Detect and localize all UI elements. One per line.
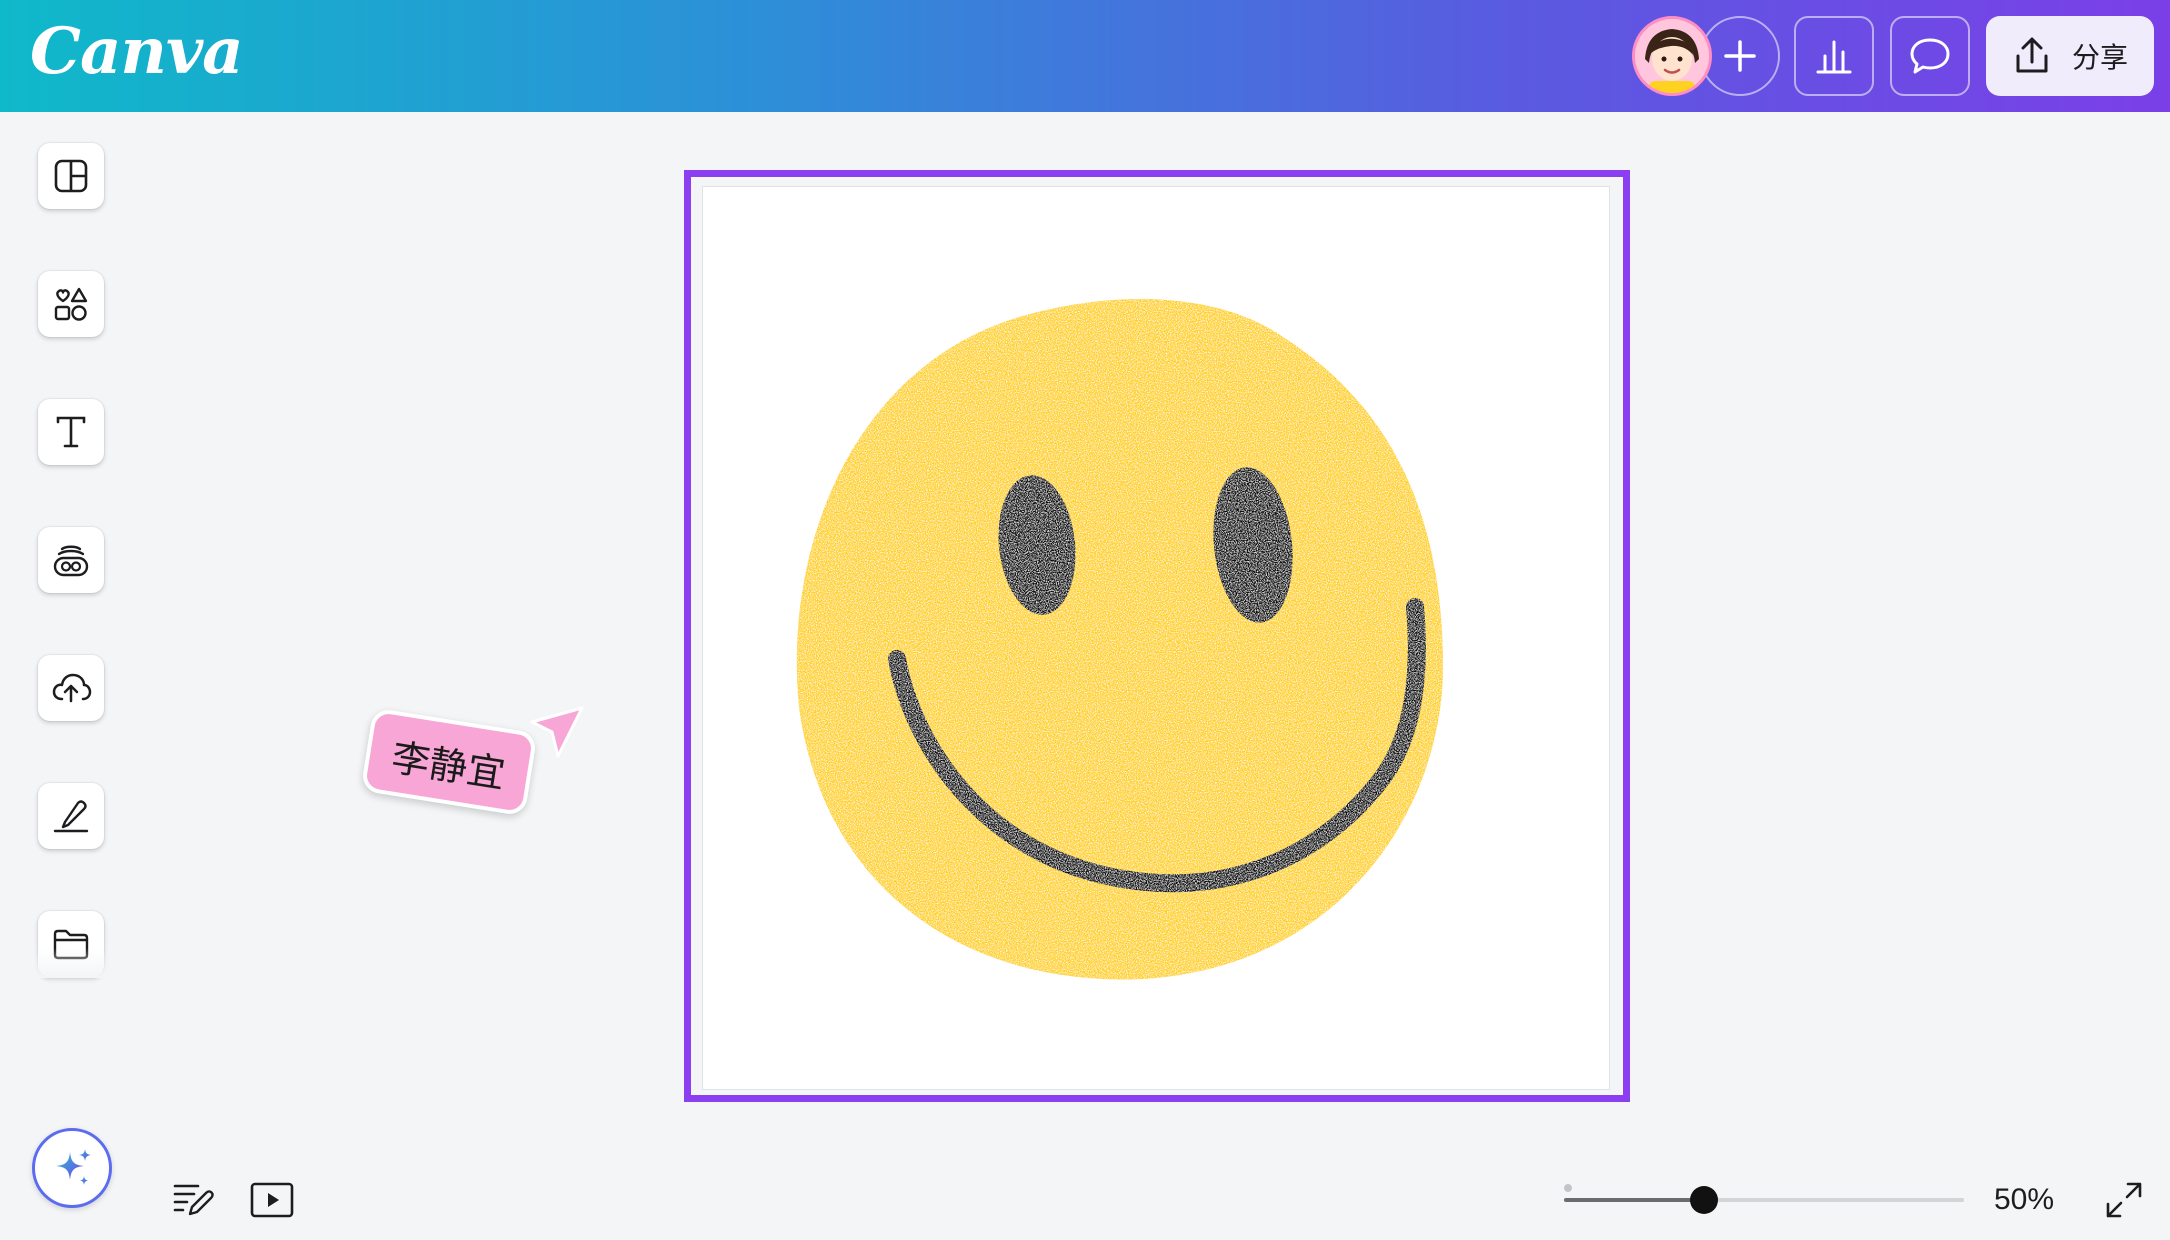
elements-icon bbox=[54, 287, 88, 321]
zoom-slider-thumb[interactable] bbox=[1690, 1186, 1718, 1214]
canva-logo[interactable]: Canva bbox=[30, 14, 244, 89]
comment-icon bbox=[1910, 38, 1950, 74]
bar-chart-icon bbox=[1816, 40, 1852, 74]
notes-icon[interactable] bbox=[172, 1180, 214, 1220]
top-bar: Canva 分享 bbox=[0, 0, 2170, 112]
zoom-slider-track[interactable] bbox=[1564, 1198, 1964, 1202]
plus-icon bbox=[1724, 40, 1756, 72]
sidebar-item-uploads[interactable] bbox=[38, 655, 104, 721]
sparkle-icon bbox=[56, 1149, 91, 1185]
zoom-level-label[interactable]: 50% bbox=[1994, 1183, 2054, 1217]
sidebar-item-brand[interactable] bbox=[38, 527, 104, 593]
upload-icon bbox=[2016, 37, 2048, 73]
expand-icon[interactable] bbox=[2104, 1180, 2144, 1220]
present-icon[interactable] bbox=[250, 1180, 294, 1220]
cloud-upload-icon bbox=[52, 673, 92, 703]
user-avatar-icon bbox=[1635, 19, 1709, 93]
sidebar-item-draw[interactable] bbox=[38, 783, 104, 849]
zoom-min-marker bbox=[1564, 1184, 1572, 1192]
smiley-face-drawing[interactable] bbox=[703, 187, 1609, 1089]
brand-icon bbox=[53, 545, 89, 577]
design-layout-icon bbox=[54, 159, 88, 193]
design-page[interactable] bbox=[703, 187, 1609, 1089]
collaborator-name-tag: 李静宜 bbox=[360, 707, 538, 817]
insights-button[interactable] bbox=[1794, 16, 1874, 96]
rail-scroll-fade bbox=[20, 948, 130, 978]
add-collaborator-button[interactable] bbox=[1700, 16, 1780, 96]
zoom-slider-fill bbox=[1564, 1198, 1704, 1202]
magic-assistant-button[interactable] bbox=[32, 1128, 112, 1208]
draw-icon bbox=[53, 800, 89, 833]
canvas-selection[interactable] bbox=[684, 170, 1630, 1102]
avatar[interactable] bbox=[1632, 16, 1712, 96]
text-icon bbox=[56, 416, 86, 448]
sidebar-item-design[interactable] bbox=[38, 143, 104, 209]
comments-button[interactable] bbox=[1890, 16, 1970, 96]
sidebar-item-text[interactable] bbox=[38, 399, 104, 465]
share-label: 分享 bbox=[2071, 42, 2128, 73]
share-button[interactable]: 分享 bbox=[1986, 16, 2154, 96]
sidebar-item-elements[interactable] bbox=[38, 271, 104, 337]
